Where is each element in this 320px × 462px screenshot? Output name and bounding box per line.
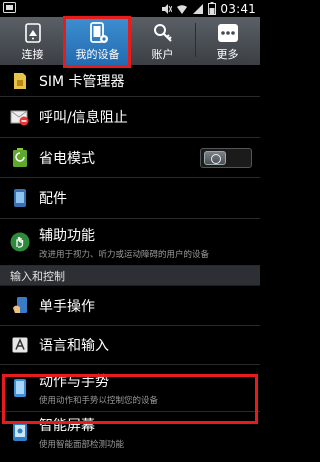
tab-divider xyxy=(130,23,131,57)
list-item-power-saving[interactable]: 省电模式 xyxy=(0,138,260,178)
call-block-icon xyxy=(9,106,31,128)
list-item-accessories[interactable]: 配件 xyxy=(0,178,260,219)
section-title: 输入和控制 xyxy=(10,269,65,283)
list-item-call-block[interactable]: 呼叫/信息阻止 xyxy=(0,97,260,138)
connections-icon xyxy=(21,22,45,44)
power-saving-switch[interactable] xyxy=(200,148,252,168)
one-handed-title: 单手操作 xyxy=(39,298,95,315)
mute-icon xyxy=(162,3,173,14)
tab-divider xyxy=(195,23,196,57)
one-handed-icon xyxy=(9,295,31,317)
tab-more[interactable]: 更多 xyxy=(195,17,260,65)
power-saving-title: 省电模式 xyxy=(39,150,95,167)
more-icon xyxy=(216,22,240,44)
accessories-icon xyxy=(9,187,31,209)
accounts-icon xyxy=(151,22,175,44)
list-item-smart-screen[interactable]: 智能屏幕 使用智能面部检测功能 xyxy=(0,412,260,452)
tab-my-device[interactable]: 我的设备 xyxy=(65,17,130,65)
accessibility-icon xyxy=(9,231,31,253)
smart-screen-icon xyxy=(9,421,31,443)
switch-knob xyxy=(204,151,226,165)
tab-my-device-label: 我的设备 xyxy=(75,48,120,61)
list-item-one-handed[interactable]: 单手操作 xyxy=(0,286,260,326)
notification-icon xyxy=(3,2,16,13)
tab-accounts-label: 账户 xyxy=(151,48,174,61)
accessibility-title: 辅助功能 xyxy=(39,227,95,244)
status-bar: 03:41 xyxy=(0,0,260,17)
call-block-title: 呼叫/信息阻止 xyxy=(39,110,128,126)
list-item-motions-gestures[interactable]: 动作与手势 使用动作和手势以控制您的设备 xyxy=(0,365,260,412)
settings-list: SIM 卡管理器 呼叫/信息阻止 省电模式 配件 辅助功能 改进用于视力、听力或… xyxy=(0,65,260,452)
tab-connections-label: 连接 xyxy=(21,48,44,61)
language-title: 语言和输入 xyxy=(39,338,109,354)
signal-icon xyxy=(193,3,204,14)
wifi-icon xyxy=(177,4,188,14)
smart-screen-title: 智能屏幕 xyxy=(39,417,95,434)
motions-title: 动作与手势 xyxy=(39,373,109,390)
accessibility-subtitle: 改进用于视力、听力或运动障碍的用户的设备 xyxy=(39,249,210,260)
list-item-sim-manager[interactable]: SIM 卡管理器 xyxy=(0,65,260,97)
list-item-accessibility[interactable]: 辅助功能 改进用于视力、听力或运动障碍的用户的设备 xyxy=(0,219,260,266)
status-time: 03:41 xyxy=(220,1,256,16)
smart-screen-subtitle: 使用智能面部检测功能 xyxy=(39,439,125,450)
sim-manager-title: SIM 卡管理器 xyxy=(39,73,125,90)
tab-more-label: 更多 xyxy=(216,48,239,61)
accessories-title: 配件 xyxy=(39,191,67,207)
tab-accounts[interactable]: 账户 xyxy=(130,17,195,65)
section-header-input-control: 输入和控制 xyxy=(0,266,260,286)
sim-card-icon xyxy=(9,70,31,92)
power-saving-icon xyxy=(9,147,31,169)
tab-connections[interactable]: 连接 xyxy=(0,17,65,65)
battery-icon xyxy=(208,2,217,15)
language-icon xyxy=(9,334,31,356)
list-item-language-input[interactable]: 语言和输入 xyxy=(0,326,260,365)
motions-subtitle: 使用动作和手势以控制您的设备 xyxy=(39,395,159,406)
my-device-icon xyxy=(86,22,110,44)
motions-icon xyxy=(9,377,31,399)
